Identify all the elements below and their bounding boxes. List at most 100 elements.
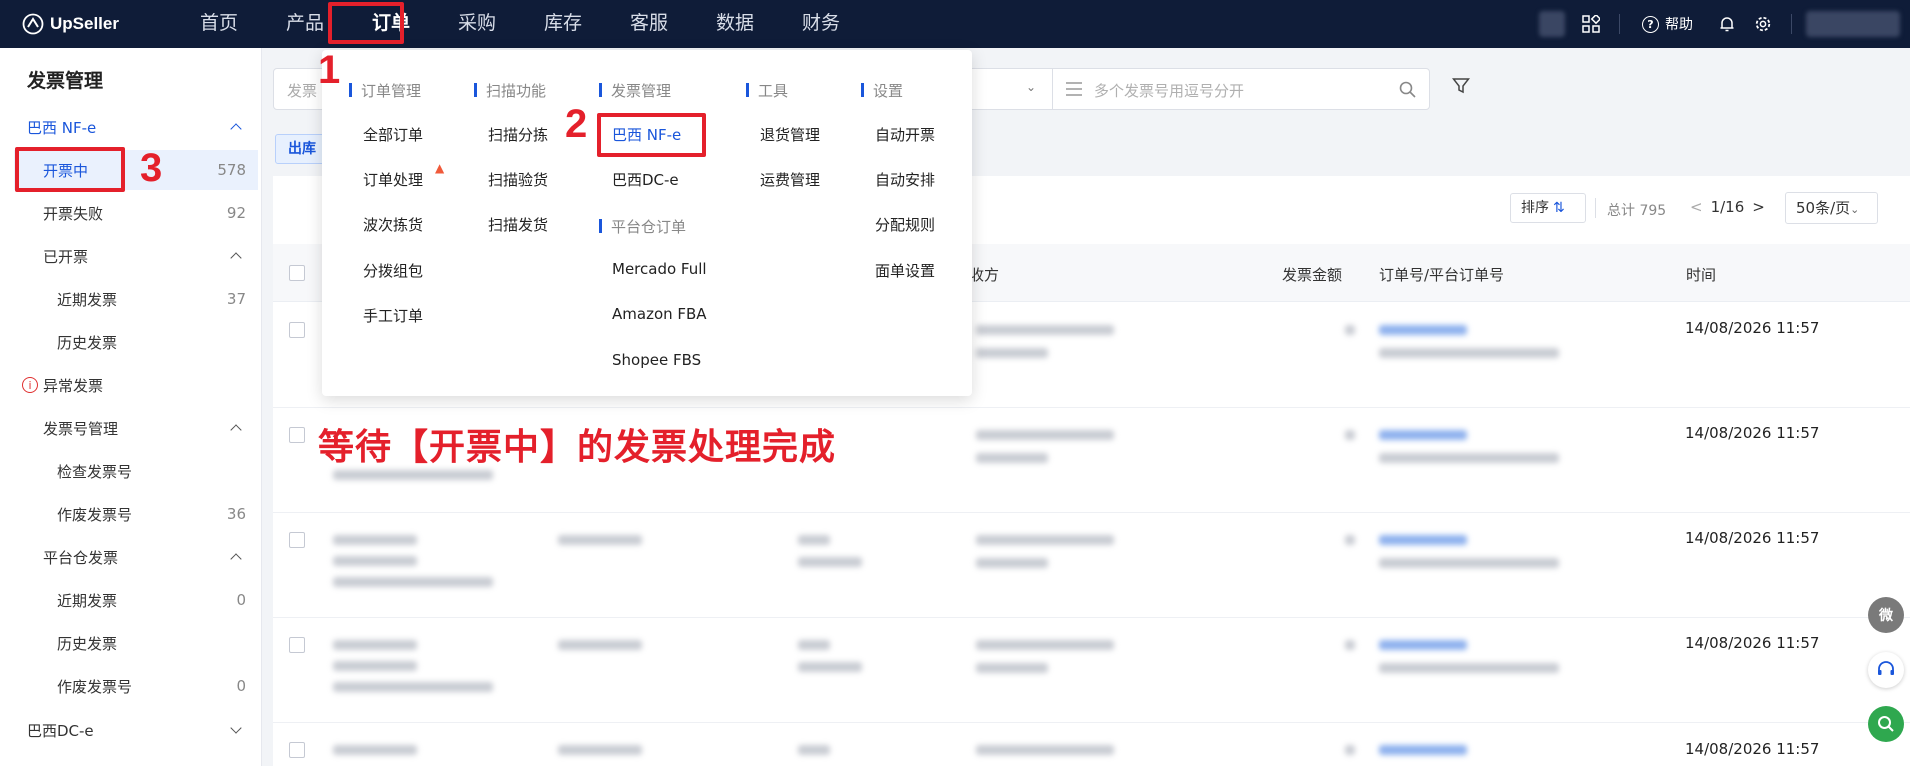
sidebar-item-platform-history[interactable]: 历史发票 xyxy=(0,623,260,663)
sidebar-group-dce[interactable]: 巴西DC-e xyxy=(0,710,260,750)
blurred-status xyxy=(798,640,830,650)
blurred-buyer xyxy=(976,535,1114,545)
sidebar-item-issued[interactable]: 已开票 xyxy=(0,236,260,276)
highlight-box-nfe xyxy=(597,113,706,157)
blurred-invoice-sub xyxy=(333,556,417,566)
blurred-invoice-no xyxy=(333,640,417,650)
blurred-invoice-sub xyxy=(333,470,493,480)
menu-item-amazon-fba[interactable]: Amazon FBA xyxy=(612,305,707,323)
row-checkbox[interactable] xyxy=(289,637,305,653)
menu-item-allocation-packing[interactable]: 分拨组包 xyxy=(363,260,423,281)
nav-finance[interactable]: 财务 xyxy=(778,0,864,48)
nav-data[interactable]: 数据 xyxy=(692,0,778,48)
blurred-shop-icon[interactable] xyxy=(1539,11,1565,37)
row-time: 14/08/2026 11:57 xyxy=(1685,529,1820,547)
step-number-3: 3 xyxy=(140,146,163,190)
gear-icon[interactable] xyxy=(1751,12,1775,36)
support-fab[interactable] xyxy=(1868,652,1904,688)
select-all-checkbox[interactable] xyxy=(289,265,305,281)
blurred-status-sub xyxy=(798,557,862,567)
prev-page-icon[interactable]: < xyxy=(1690,198,1703,216)
row-checkbox[interactable] xyxy=(289,322,305,338)
blurred-buyer-sub xyxy=(976,453,1048,463)
sidebar-item-failed[interactable]: 开票失败 92 xyxy=(0,193,260,233)
blurred-buyer xyxy=(976,325,1114,335)
sort-button[interactable]: 排序 ⇅ xyxy=(1510,193,1586,223)
sidebar-item-label: 异常发票 xyxy=(43,376,104,395)
sidebar-item-label: 已开票 xyxy=(43,247,89,266)
menu-item-shopee-fbs[interactable]: Shopee FBS xyxy=(612,351,701,369)
row-time: 14/08/2026 11:57 xyxy=(1685,740,1820,758)
chevron-up-icon xyxy=(230,424,242,436)
nav-home[interactable]: 首页 xyxy=(176,0,262,48)
sidebar-item-void-numbers[interactable]: 作废发票号 36 xyxy=(0,494,260,534)
blurred-order-link[interactable] xyxy=(1379,430,1467,440)
blurred-key xyxy=(558,535,642,545)
blurred-account[interactable] xyxy=(1806,11,1900,37)
nav-customer-service[interactable]: 客服 xyxy=(606,0,692,48)
blurred-buyer xyxy=(976,640,1114,650)
table-row[interactable]: 14/08/2026 11:57 xyxy=(273,723,1910,766)
table-row[interactable]: 14/08/2026 11:57 xyxy=(273,618,1910,723)
nav-divider xyxy=(1619,14,1620,34)
sidebar-item-issued-history[interactable]: 历史发票 xyxy=(0,322,260,362)
menu-item-allocation-rules[interactable]: 分配规则 xyxy=(875,214,935,235)
blurred-invoice-sub-2 xyxy=(333,682,493,692)
help-label: 帮助 xyxy=(1665,17,1693,33)
menu-item-auto-arrange[interactable]: 自动安排 xyxy=(875,169,935,190)
menu-item-scan-sort[interactable]: 扫描分拣 xyxy=(488,124,548,145)
sidebar-item-check-numbers[interactable]: 检查发票号 xyxy=(0,451,260,491)
nav-inventory[interactable]: 库存 xyxy=(520,0,606,48)
menu-item-brazil-dce[interactable]: 巴西DC-e xyxy=(612,169,679,190)
invoice-filter-input[interactable]: 发票 xyxy=(287,80,317,101)
chevron-down-icon[interactable]: ⌄ xyxy=(1026,80,1036,94)
sidebar-item-abnormal[interactable]: i 异常发票 xyxy=(0,365,260,405)
menu-item-all-orders[interactable]: 全部订单 xyxy=(363,124,423,145)
sidebar-item-platform-invoices[interactable]: 平台仓发票 xyxy=(0,537,260,577)
total-count: 总计 795 xyxy=(1607,203,1667,219)
menu-item-scan-ship[interactable]: 扫描发货 xyxy=(488,214,548,235)
page-size-select[interactable]: 50条/页⌄ xyxy=(1785,192,1878,224)
filter-icon[interactable] xyxy=(1452,77,1470,95)
menu-item-scan-inspect[interactable]: 扫描验货 xyxy=(488,169,548,190)
menu-item-mercado-full[interactable]: Mercado Full xyxy=(612,260,707,278)
menu-item-returns[interactable]: 退货管理 xyxy=(760,124,820,145)
apps-grid-icon[interactable] xyxy=(1579,12,1603,36)
blurred-order-link[interactable] xyxy=(1379,325,1467,335)
menu-item-manual-order[interactable]: 手工订单 xyxy=(363,305,423,326)
search-fab[interactable] xyxy=(1868,706,1904,742)
sidebar-item-number-mgmt[interactable]: 发票号管理 xyxy=(0,408,260,448)
search-icon[interactable] xyxy=(1399,81,1416,98)
page-size-value: 50条/页 xyxy=(1796,199,1851,217)
filter-divider xyxy=(1052,69,1053,109)
wechat-fab[interactable]: 微 xyxy=(1868,597,1904,633)
sidebar-item-platform-recent[interactable]: 近期发票 0 xyxy=(0,580,260,620)
blurred-key xyxy=(558,640,642,650)
blurred-order-link[interactable] xyxy=(1379,535,1467,545)
bell-icon[interactable] xyxy=(1715,12,1739,36)
blurred-amount xyxy=(1345,430,1355,440)
upseller-logo[interactable]: UpSeller xyxy=(22,13,162,35)
menu-item-auto-invoice[interactable]: 自动开票 xyxy=(875,124,935,145)
next-page-icon[interactable]: > xyxy=(1752,198,1765,216)
sidebar-item-issued-recent[interactable]: 近期发票 37 xyxy=(0,279,260,319)
menu-item-label-settings[interactable]: 面单设置 xyxy=(875,260,935,281)
menu-item-shipping-fees[interactable]: 运费管理 xyxy=(760,169,820,190)
search-input[interactable]: 多个发票号用逗号分开 xyxy=(1094,80,1244,101)
instruction-text: 等待【开票中】的发票处理完成 xyxy=(318,427,837,468)
menu-item-wave-picking[interactable]: 波次拣货 xyxy=(363,214,423,235)
blurred-order-link[interactable] xyxy=(1379,640,1467,650)
nav-purchase[interactable]: 采购 xyxy=(434,0,520,48)
sidebar-item-platform-void[interactable]: 作废发票号 0 xyxy=(0,666,260,706)
help-button[interactable]: ? 帮助 xyxy=(1642,14,1693,34)
blurred-order-link[interactable] xyxy=(1379,745,1467,755)
sidebar-title: 发票管理 xyxy=(27,70,104,92)
menu-item-order-processing[interactable]: 订单处理 xyxy=(363,169,423,190)
row-checkbox[interactable] xyxy=(289,532,305,548)
blurred-amount xyxy=(1345,325,1355,335)
row-checkbox[interactable] xyxy=(289,427,305,443)
sidebar-group-nfe[interactable]: 巴西 NF-e xyxy=(0,107,260,147)
row-checkbox[interactable] xyxy=(289,742,305,758)
blurred-buyer xyxy=(976,745,1114,755)
table-row[interactable]: 14/08/2026 11:57 xyxy=(273,513,1910,618)
